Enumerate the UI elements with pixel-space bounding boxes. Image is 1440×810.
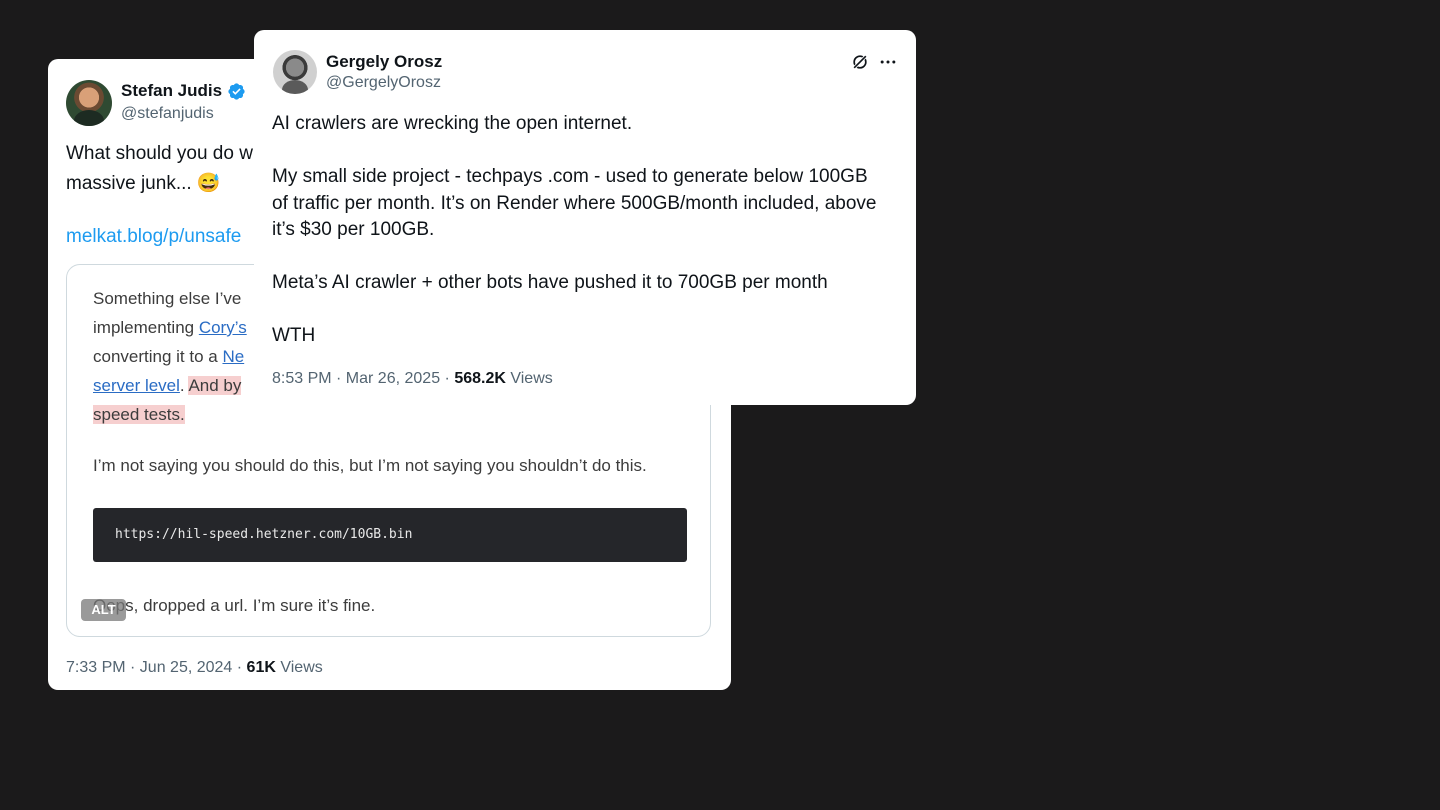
quote-line: implementing Cory’s	[93, 318, 247, 338]
more-options-icon[interactable]	[878, 52, 898, 72]
code-text: https://hil-speed.hetzner.com/10GB.bin	[115, 527, 413, 542]
alt-badge[interactable]: ALT	[81, 599, 126, 621]
author-row: Gergely Orosz	[326, 52, 442, 72]
quote-paragraph: I’m not saying you should do this, but I…	[93, 456, 647, 475]
code-block: https://hil-speed.hetzner.com/10GB.bin	[93, 508, 687, 562]
tweet-card-gergely-orosz: Gergely Orosz @GergelyOrosz AI crawlers …	[254, 30, 916, 405]
tweet-meta: 8:53 PM · Mar 26, 2025 · 568.2K Views	[272, 370, 553, 388]
views-label: Views	[275, 659, 323, 676]
quote-line: speed tests.	[93, 405, 185, 425]
author-name[interactable]: Stefan Judis	[121, 81, 222, 101]
view-count: 61K	[246, 659, 276, 676]
quote-paragraph: Oops, dropped a url. I’m sure it’s fine.	[93, 596, 376, 615]
tweet-text-line: it’s $30 per 100GB.	[272, 219, 435, 240]
views-label: Views	[505, 370, 553, 387]
quote-link: Ne	[222, 347, 245, 366]
quote-text: implementing	[93, 318, 199, 337]
tweet-timestamp[interactable]: 8:53 PM · Mar 26, 2025 ·	[272, 370, 454, 387]
quote-text: converting it to a	[93, 347, 223, 366]
tweet-text-line: of traffic per month. It’s on Render whe…	[272, 193, 877, 214]
verified-badge-icon	[228, 82, 245, 100]
author-name[interactable]: Gergely Orosz	[326, 52, 442, 72]
author-handle[interactable]: @GergelyOrosz	[326, 74, 441, 92]
grok-icon[interactable]	[850, 52, 870, 72]
view-count: 568.2K	[454, 370, 506, 387]
avatar-gergely-orosz[interactable]	[273, 50, 317, 94]
quote-highlight: And by	[188, 376, 242, 395]
quote-line: Something else I’ve	[93, 289, 242, 308]
tweet-text-line: What should you do w	[66, 143, 253, 164]
tweet-text-line: WTH	[272, 325, 316, 346]
tweet-text-line: AI crawlers are wrecking the open intern…	[272, 113, 633, 134]
author-row: Stefan Judis	[121, 81, 246, 101]
tweet-text-line: massive junk... 😅	[66, 173, 221, 194]
tweet-link[interactable]: melkat.blog/p/unsafe	[66, 226, 241, 248]
tweet-text-line: Meta’s AI crawler + other bots have push…	[272, 272, 828, 293]
quote-link: Cory’s	[198, 318, 247, 337]
quote-highlight: speed tests.	[93, 405, 185, 424]
tweet-text-line: My small side project - techpays .com - …	[272, 166, 868, 187]
quote-line: server level. And by	[93, 376, 242, 396]
author-handle[interactable]: @stefanjudis	[121, 105, 214, 123]
quote-link: server level	[93, 376, 180, 395]
tweet-meta: 7:33 PM · Jun 25, 2024 · 61K Views	[66, 659, 323, 677]
quote-line: converting it to a Ne	[93, 347, 244, 367]
avatar-stefan-judis[interactable]	[66, 80, 112, 126]
tweet-timestamp[interactable]: 7:33 PM · Jun 25, 2024 ·	[66, 659, 247, 676]
